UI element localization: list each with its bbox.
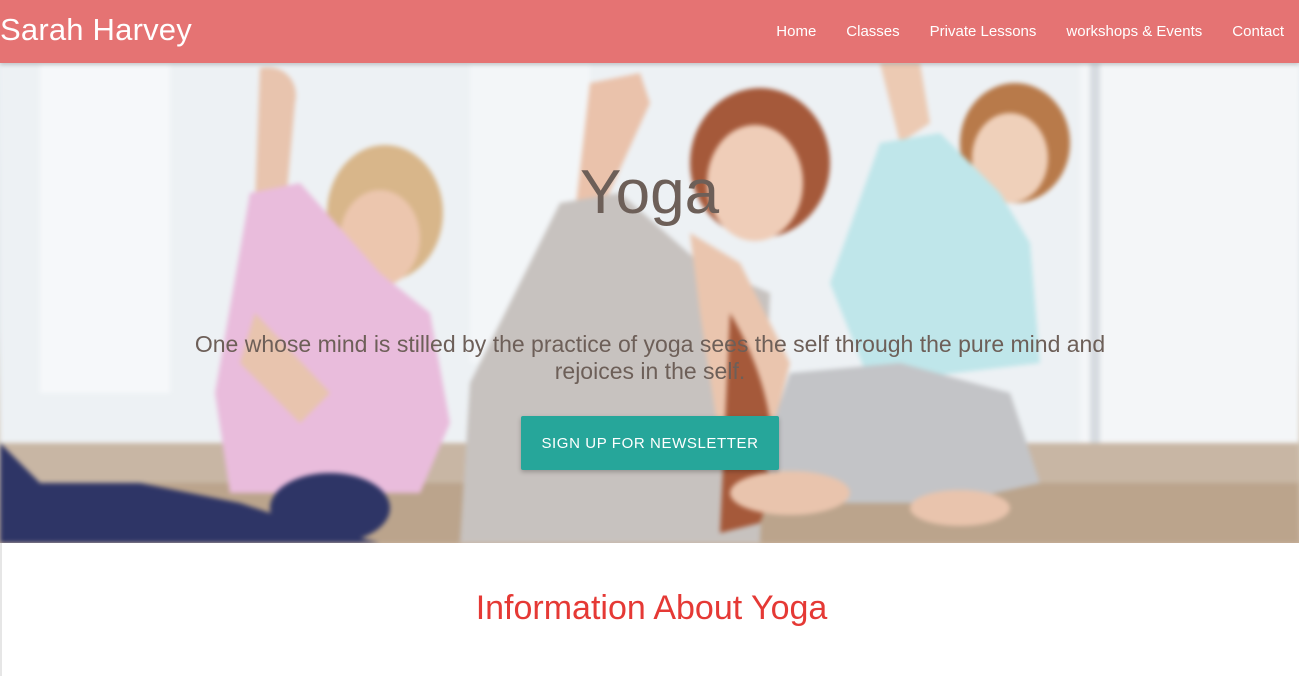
nav-link-workshops-events[interactable]: workshops & Events — [1051, 0, 1217, 63]
newsletter-signup-button[interactable]: SIGN UP FOR NEWSLETTER — [521, 416, 779, 470]
nav-link-private-lessons[interactable]: Private Lessons — [915, 0, 1052, 63]
hero-title: Yoga — [579, 158, 720, 227]
nav-menu: Home Classes Private Lessons workshops &… — [761, 0, 1299, 63]
brand-logo[interactable]: Sarah Harvey — [0, 11, 192, 49]
info-section: Information About Yoga — [0, 543, 1299, 676]
nav-item-private-lessons: Private Lessons — [915, 0, 1052, 63]
info-heading: Information About Yoga — [475, 589, 828, 627]
hero-background-image — [0, 63, 1299, 543]
hero-quote: One whose mind is stilled by the practic… — [194, 331, 1106, 384]
nav-item-classes: Classes — [831, 0, 914, 63]
nav-item-home: Home — [761, 0, 831, 63]
top-navbar: Sarah Harvey Home Classes Private Lesson… — [0, 0, 1299, 63]
nav-link-classes[interactable]: Classes — [831, 0, 914, 63]
nav-link-home[interactable]: Home — [761, 0, 831, 63]
nav-item-contact: Contact — [1217, 0, 1299, 63]
nav-link-contact[interactable]: Contact — [1217, 0, 1299, 63]
hero-section: Yoga One whose mind is stilled by the pr… — [0, 63, 1299, 543]
nav-item-workshops-events: workshops & Events — [1051, 0, 1217, 63]
